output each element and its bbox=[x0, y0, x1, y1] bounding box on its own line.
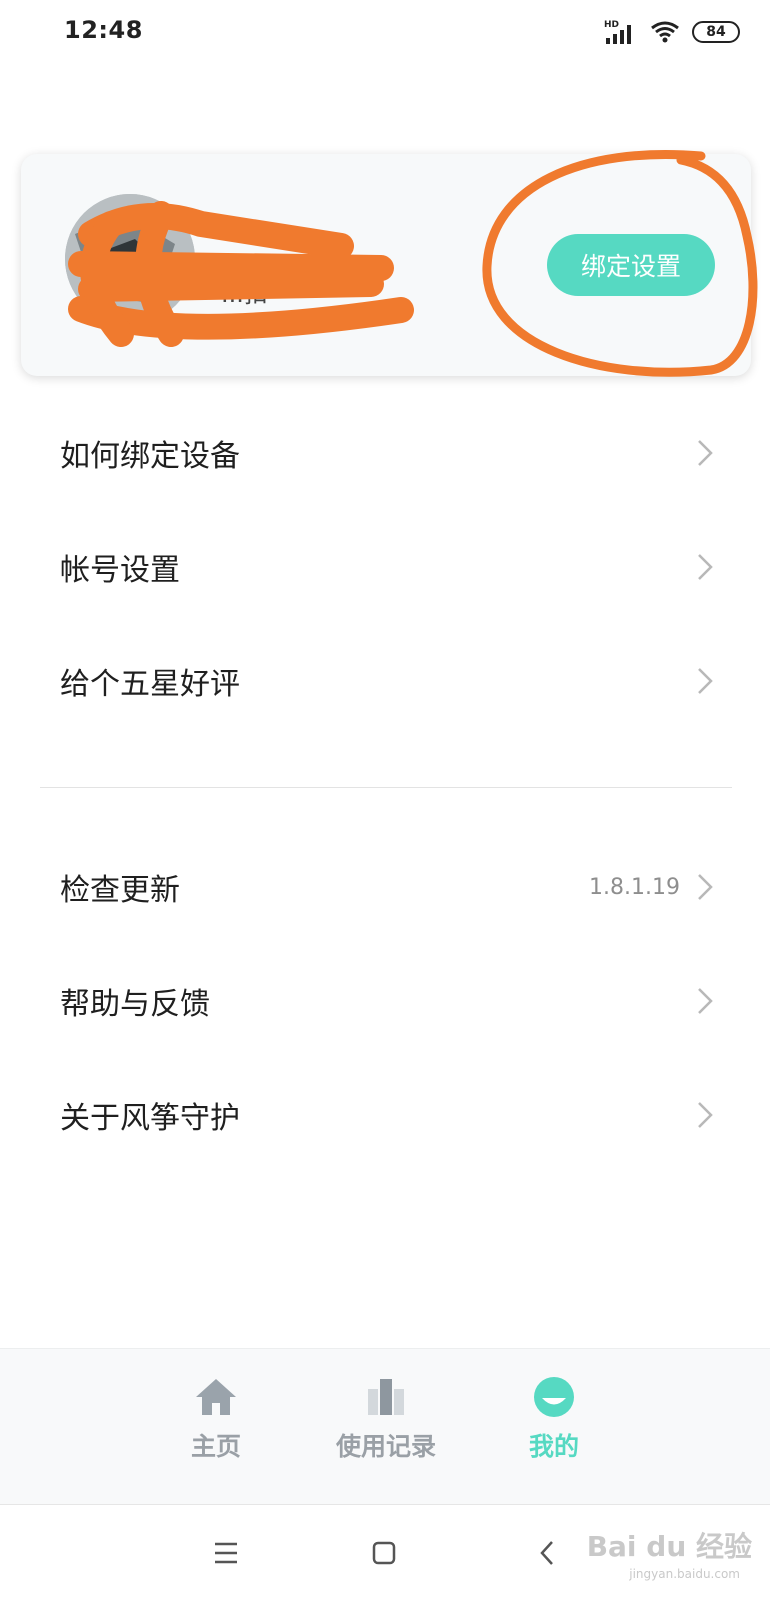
status-bar: 12:48 HD 84 bbox=[0, 0, 770, 64]
chevron-right-icon bbox=[698, 668, 713, 694]
version-value: 1.8.1.19 bbox=[589, 874, 680, 900]
back-icon[interactable] bbox=[527, 1533, 567, 1573]
network-label: HD bbox=[604, 20, 619, 30]
home-square-icon[interactable] bbox=[364, 1533, 404, 1573]
signal-icon: HD bbox=[604, 20, 631, 44]
menu-icon[interactable] bbox=[206, 1533, 246, 1573]
tab-label: 主页 bbox=[190, 1432, 241, 1461]
chevron-right-icon bbox=[698, 440, 713, 466]
section-divider bbox=[40, 787, 732, 788]
system-nav-bar: Bai du 经验 jingyan.baidu.com bbox=[0, 1504, 770, 1600]
menu-group-1: 如何绑定设备 帐号设置 给个五星好评 bbox=[0, 396, 770, 738]
tab-usage-records[interactable]: 使用记录 bbox=[316, 1375, 456, 1485]
menu-group-2: 检查更新 1.8.1.19 帮助与反馈 关于风筝守护 bbox=[0, 830, 770, 1172]
menu-item-label: 如何绑定设备 bbox=[60, 439, 240, 474]
menu-item-five-star-review[interactable]: 给个五星好评 bbox=[0, 624, 770, 738]
menu-item-label: 给个五星好评 bbox=[60, 667, 240, 702]
menu-item-label: 帐号设置 bbox=[60, 553, 180, 588]
annotation-circle bbox=[482, 150, 758, 377]
menu-item-label: 帮助与反馈 bbox=[60, 987, 210, 1022]
tab-home[interactable]: 主页 bbox=[146, 1375, 286, 1485]
chevron-right-icon bbox=[698, 988, 713, 1014]
chevron-right-icon bbox=[698, 1102, 713, 1128]
menu-item-label: 关于风筝守护 bbox=[60, 1101, 240, 1136]
menu-item-help-feedback[interactable]: 帮助与反馈 bbox=[0, 944, 770, 1058]
bottom-tab-bar: 主页 使用记录 我的 bbox=[0, 1348, 770, 1504]
profile-icon bbox=[534, 1377, 574, 1417]
menu-item-check-update[interactable]: 检查更新 1.8.1.19 bbox=[0, 830, 770, 944]
menu-item-account-settings[interactable]: 帐号设置 bbox=[0, 510, 770, 624]
menu-item-label: 检查更新 bbox=[60, 873, 180, 908]
status-icons: HD 84 bbox=[604, 18, 740, 46]
chevron-right-icon bbox=[698, 554, 713, 580]
bar-chart-icon bbox=[368, 1379, 404, 1415]
home-icon bbox=[196, 1379, 236, 1415]
watermark-url: jingyan.baidu.com bbox=[629, 1567, 740, 1581]
tab-label: 使用记录 bbox=[335, 1432, 436, 1461]
watermark: Bai du 经验 bbox=[586, 1530, 752, 1563]
profile-card: ...扣 绑定设置 bbox=[21, 150, 758, 377]
menu-item-about[interactable]: 关于风筝守护 bbox=[0, 1058, 770, 1172]
battery-icon: 84 bbox=[692, 21, 740, 43]
status-time: 12:48 bbox=[64, 16, 143, 44]
chevron-right-icon bbox=[698, 874, 713, 900]
tab-label: 我的 bbox=[528, 1432, 579, 1461]
menu-item-bind-device[interactable]: 如何绑定设备 bbox=[0, 396, 770, 510]
wifi-icon bbox=[651, 21, 679, 43]
redaction-scribble bbox=[68, 201, 414, 347]
tab-mine[interactable]: 我的 bbox=[484, 1375, 624, 1485]
